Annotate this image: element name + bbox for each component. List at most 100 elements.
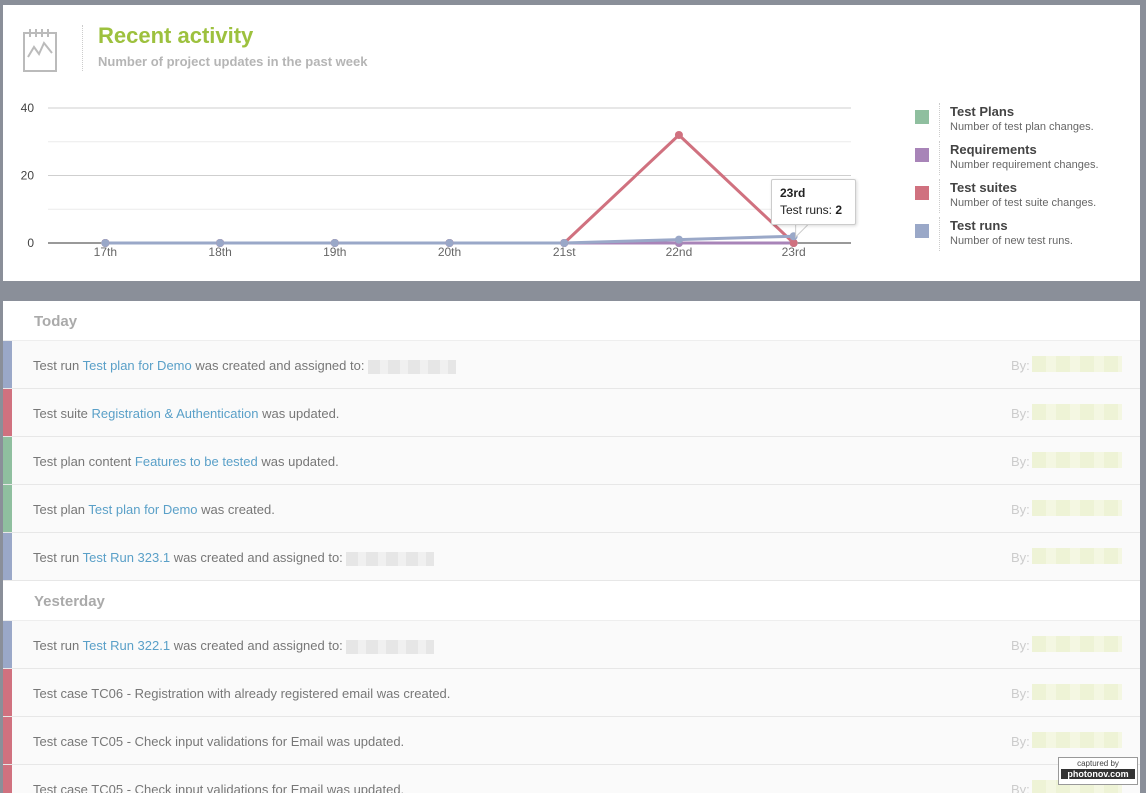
x-tick-label: 18th — [208, 245, 231, 259]
activity-prefix: Test case TC05 - Check input validations… — [33, 734, 405, 749]
legend-name: Test suites — [950, 180, 1017, 195]
redacted-author — [1032, 548, 1122, 564]
x-tick-label: 21st — [553, 245, 576, 259]
by-label: By: — [1011, 686, 1030, 701]
by-label: By: — [1011, 502, 1030, 517]
activity-row: Test plan Test plan for Demo was created… — [3, 485, 1140, 533]
activity-line-chart: 0 20 40 17th 18th 19th 20th 21st 22nd 23rd — [21, 101, 851, 259]
activity-prefix: Test run — [33, 638, 83, 653]
y-tick-label: 0 — [27, 236, 34, 250]
watermark-bottom: photonov.com — [1061, 769, 1135, 779]
by-label: By: — [1011, 454, 1030, 469]
y-tick-label: 40 — [21, 101, 35, 115]
activity-link[interactable]: Features to be tested — [135, 454, 258, 469]
activity-text: Test run Test plan for Demo was created … — [33, 358, 457, 374]
legend-item[interactable]: Test suites Number of test suite changes. — [913, 177, 1143, 215]
activity-suffix: was created. — [197, 502, 275, 517]
x-tick-label: 17th — [94, 245, 117, 259]
redacted-author — [1032, 452, 1122, 468]
redacted-author — [1032, 684, 1122, 700]
activity-suffix: was created and assigned to: — [191, 358, 369, 373]
activity-type-bar — [3, 669, 12, 716]
tooltip-day: 23rd — [780, 186, 806, 200]
activity-prefix: Test plan content — [33, 454, 135, 469]
activity-text: Test run Test Run 322.1 was created and … — [33, 638, 435, 654]
by-label: By: — [1011, 734, 1030, 749]
activity-text: Test plan content Features to be tested … — [33, 454, 339, 469]
data-point-test-runs — [216, 239, 225, 247]
by-label: By: — [1011, 358, 1030, 373]
y-tick-label: 20 — [21, 169, 35, 183]
activity-prefix: Test case TC06 - Registration with alrea… — [33, 686, 451, 701]
by-label: By: — [1011, 406, 1030, 421]
data-point-test-runs — [330, 239, 339, 247]
activity-text: Test suite Registration & Authentication… — [33, 406, 339, 421]
legend-description: Number requirement changes. — [950, 159, 1099, 171]
tooltip-value: 2 — [835, 203, 843, 217]
activity-type-bar — [3, 389, 12, 436]
activity-link[interactable]: Test Run 322.1 — [83, 638, 170, 653]
x-tick-label: 22nd — [666, 245, 693, 259]
legend-name: Requirements — [950, 142, 1037, 157]
activity-type-bar — [3, 533, 12, 580]
legend-swatch — [915, 186, 929, 200]
data-point-test-suites — [674, 131, 683, 139]
activity-link[interactable]: Test Run 323.1 — [83, 550, 170, 565]
legend-divider — [939, 179, 940, 213]
legend-item[interactable]: Test Plans Number of test plan changes. — [913, 101, 1143, 139]
activity-prefix: Test case TC05 - Check input validations… — [33, 782, 405, 793]
x-tick-label: 20th — [438, 245, 461, 259]
activity-row: Test case TC05 - Check input validations… — [3, 765, 1140, 793]
activity-suffix: was updated. — [258, 406, 340, 421]
legend-description: Number of test suite changes. — [950, 197, 1097, 209]
x-tick-label: 19th — [323, 245, 346, 259]
legend-divider — [939, 103, 940, 137]
redacted-author — [1032, 356, 1122, 372]
x-tick-label: 23rd — [782, 245, 806, 259]
activity-feed: Today Test run Test plan for Demo was cre… — [3, 301, 1140, 793]
chart-tooltip: 23rd Test runs: 2 — [771, 179, 856, 225]
activity-link[interactable]: Test plan for Demo — [88, 502, 197, 517]
series-line-test-suites — [105, 133, 795, 245]
legend-item[interactable]: Test runs Number of new test runs. — [913, 215, 1143, 253]
legend-divider — [939, 217, 940, 251]
group-header: Yesterday — [3, 581, 1140, 621]
redacted-author — [1032, 500, 1122, 516]
legend-swatch — [915, 224, 929, 238]
activity-suffix: was updated. — [257, 454, 339, 469]
activity-suffix: was created and assigned to: — [170, 638, 347, 653]
activity-link[interactable]: Test plan for Demo — [83, 358, 192, 373]
redacted-assignee — [346, 551, 435, 566]
by-label: By: — [1011, 782, 1030, 793]
activity-row: Test run Test Run 323.1 was created and … — [3, 533, 1140, 581]
legend-item[interactable]: Requirements Number requirement changes. — [913, 139, 1143, 177]
activity-prefix: Test run — [33, 358, 83, 373]
activity-suffix: was created and assigned to: — [170, 550, 347, 565]
activity-type-bar — [3, 621, 12, 668]
capture-watermark: captured by photonov.com — [1058, 757, 1138, 785]
activity-row: Test suite Registration & Authentication… — [3, 389, 1140, 437]
activity-type-bar — [3, 765, 12, 793]
activity-prefix: Test suite — [33, 406, 92, 421]
data-point-test-runs — [674, 235, 683, 244]
legend-swatch — [915, 148, 929, 162]
activity-row: Test run Test Run 322.1 was created and … — [3, 621, 1140, 669]
activity-row: Test run Test plan for Demo was created … — [3, 341, 1140, 389]
chart-legend: Test Plans Number of test plan changes. Re… — [913, 101, 1143, 253]
by-label: By: — [1011, 638, 1030, 653]
activity-text: Test case TC06 - Registration with alrea… — [33, 686, 450, 701]
legend-swatch — [915, 110, 929, 124]
activity-row: Test plan content Features to be tested … — [3, 437, 1140, 485]
data-point-test-runs — [101, 239, 110, 247]
redacted-author — [1032, 732, 1122, 748]
activity-type-bar — [3, 437, 12, 484]
legend-name: Test runs — [950, 218, 1008, 233]
activity-link[interactable]: Registration & Authentication — [92, 406, 259, 421]
tooltip-label: Test runs: — [780, 203, 833, 217]
redacted-author — [1032, 636, 1122, 652]
by-label: By: — [1011, 550, 1030, 565]
data-point-test-runs — [560, 239, 569, 247]
activity-type-bar — [3, 717, 12, 764]
data-point-test-runs — [445, 239, 454, 247]
activity-text: Test run Test Run 323.1 was created and … — [33, 550, 435, 566]
